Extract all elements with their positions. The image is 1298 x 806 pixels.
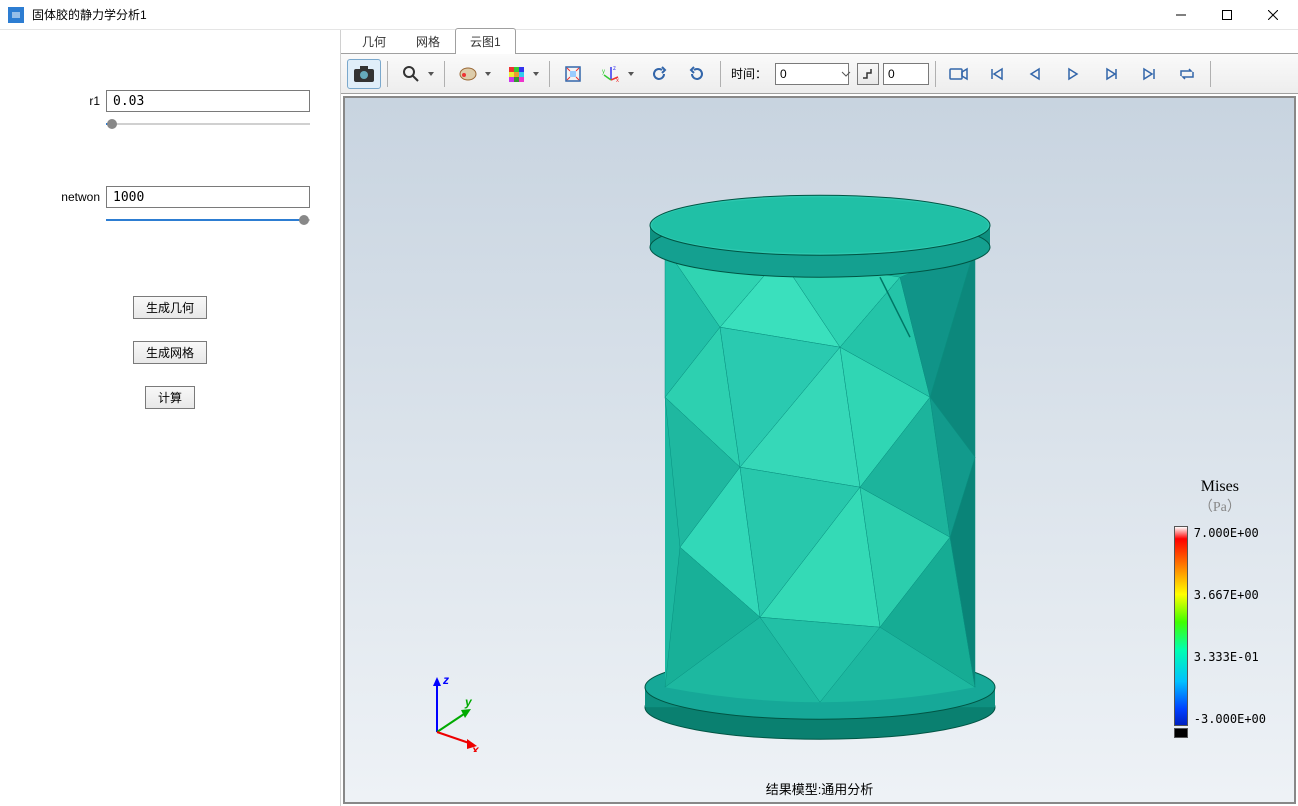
- 3d-viewport[interactable]: z y x Mises （Pa） 7.000E+00: [343, 96, 1296, 804]
- legend-tick-1: 3.667E+00: [1194, 588, 1266, 602]
- svg-text:z: z: [442, 673, 449, 687]
- camera-icon: [353, 65, 375, 83]
- step-toggle-button[interactable]: [857, 63, 879, 85]
- fit-icon: [564, 65, 582, 83]
- app-icon: [8, 7, 24, 23]
- prev-frame-button[interactable]: [1018, 59, 1052, 89]
- selection-icon: [458, 65, 478, 83]
- play-rev-icon: [1027, 66, 1043, 82]
- minimize-button[interactable]: [1158, 1, 1204, 29]
- skip-first-icon: [989, 66, 1005, 82]
- zoom-button[interactable]: [394, 59, 438, 89]
- loop-icon: [1178, 66, 1196, 82]
- fit-view-button[interactable]: [556, 59, 590, 89]
- action-buttons: 生成几何 生成网格 计算: [30, 296, 310, 409]
- rotate-ccw-button[interactable]: [642, 59, 676, 89]
- time-label: 时间：: [727, 65, 771, 82]
- window-title: 固体胶的静力学分析1: [32, 6, 1158, 23]
- step-icon: [861, 67, 875, 81]
- skip-last-icon: [1141, 66, 1157, 82]
- param-r1-label: r1: [30, 94, 100, 108]
- last-frame-button[interactable]: [1132, 59, 1166, 89]
- legend-title: Mises: [1201, 478, 1239, 496]
- legend-unit: （Pa）: [1199, 496, 1241, 516]
- parameters-panel: r1 netwon 生成几何 生成网格 计算: [0, 30, 340, 806]
- selection-mode-button[interactable]: [451, 59, 495, 89]
- viewport-toolbar: z y x 时间：: [341, 54, 1298, 94]
- color-legend: Mises （Pa） 7.000E+00 3.667E+00 3.333E-01…: [1174, 478, 1266, 738]
- camcorder-icon: [949, 66, 969, 82]
- screenshot-button[interactable]: [347, 59, 381, 89]
- param-r1-slider[interactable]: [106, 116, 310, 132]
- time-select[interactable]: [775, 63, 849, 85]
- param-newton-slider[interactable]: [106, 212, 310, 228]
- rubik-icon: [507, 65, 525, 83]
- tab-geometry[interactable]: 几何: [347, 28, 401, 54]
- titlebar: 固体胶的静力学分析1: [0, 0, 1298, 30]
- next-frame-button[interactable]: [1094, 59, 1128, 89]
- window-controls: [1158, 1, 1296, 29]
- magnifier-icon: [402, 65, 420, 83]
- axis-gizmo: z y x: [417, 672, 487, 752]
- loop-button[interactable]: [1170, 59, 1204, 89]
- close-button[interactable]: [1250, 1, 1296, 29]
- param-newton-input[interactable]: [106, 186, 310, 208]
- legend-colorbar: [1174, 526, 1188, 726]
- tab-mesh[interactable]: 网格: [401, 28, 455, 54]
- rotate-ccw-icon: [650, 65, 668, 83]
- param-r1-row: r1: [30, 90, 310, 112]
- compute-button[interactable]: 计算: [145, 386, 195, 409]
- step-fwd-icon: [1103, 66, 1119, 82]
- play-icon: [1065, 66, 1081, 82]
- axes-icon: z y x: [602, 65, 620, 83]
- step-input[interactable]: [883, 63, 929, 85]
- play-button[interactable]: [1056, 59, 1090, 89]
- svg-text:y: y: [602, 69, 605, 75]
- svg-text:x: x: [471, 743, 480, 752]
- legend-tick-2: 3.333E-01: [1194, 650, 1266, 664]
- maximize-button[interactable]: [1204, 1, 1250, 29]
- model-render: [620, 117, 1020, 757]
- param-r1-input[interactable]: [106, 90, 310, 112]
- rotate-cw-icon: [688, 65, 706, 83]
- generate-mesh-button[interactable]: 生成网格: [133, 341, 207, 364]
- axis-view-button[interactable]: z y x: [594, 59, 638, 89]
- param-newton-label: netwon: [30, 190, 100, 204]
- svg-text:y: y: [464, 695, 473, 709]
- result-label: 结果模型:通用分析: [766, 779, 874, 798]
- legend-tick-0: 7.000E+00: [1194, 526, 1266, 540]
- svg-text:z: z: [613, 66, 616, 72]
- legend-tick-3: -3.000E+00: [1194, 712, 1266, 726]
- rotate-cw-button[interactable]: [680, 59, 714, 89]
- view-tabs: 几何 网格 云图1: [341, 30, 1298, 54]
- param-newton-row: netwon: [30, 186, 310, 208]
- svg-text:x: x: [616, 78, 619, 83]
- record-button[interactable]: [942, 59, 976, 89]
- colormap-button[interactable]: [499, 59, 543, 89]
- tab-contour[interactable]: 云图1: [455, 28, 516, 54]
- generate-geometry-button[interactable]: 生成几何: [133, 296, 207, 319]
- first-frame-button[interactable]: [980, 59, 1014, 89]
